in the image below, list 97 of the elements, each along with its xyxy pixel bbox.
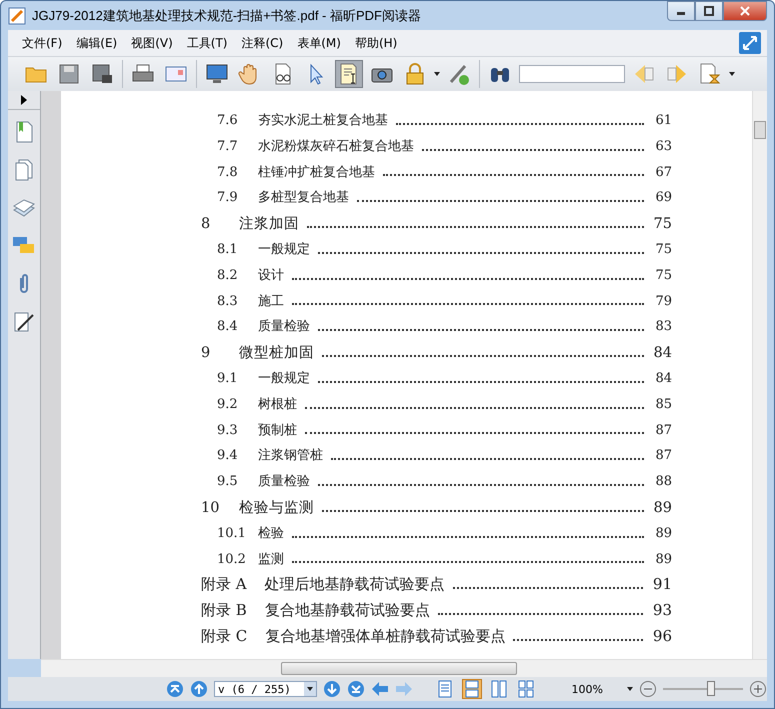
section-number: 8 xyxy=(201,216,212,232)
dropdown-caret-icon[interactable] xyxy=(626,687,633,691)
section-title: 处理后地基静载荷试验要点 xyxy=(264,575,445,594)
section-number: 附录 C xyxy=(201,626,248,646)
page-number: 75 xyxy=(654,242,672,257)
zoom-out-icon[interactable] xyxy=(638,680,657,698)
section-number: 9.2 xyxy=(217,396,239,412)
minimize-button[interactable] xyxy=(667,1,695,21)
close-icon xyxy=(739,6,751,16)
page-number: 85 xyxy=(654,396,672,412)
page-number: 79 xyxy=(654,294,672,309)
page-number: 89 xyxy=(654,500,672,516)
menu-item[interactable]: 表单(M) xyxy=(297,34,341,52)
section-number: 9.5 xyxy=(217,474,239,490)
section-title: 复合地基增强体单桩静载荷试验要点 xyxy=(265,626,506,646)
text-select-icon[interactable] xyxy=(335,60,363,88)
menu-item[interactable]: 帮助(H) xyxy=(354,34,398,52)
section-title: 质量检验 xyxy=(258,318,310,336)
section-title: 多桩型复合地基 xyxy=(258,189,349,206)
page-number: 69 xyxy=(654,190,672,206)
section-number: 7.9 xyxy=(217,190,239,206)
section-title: 质量检验 xyxy=(258,473,310,490)
menu-item[interactable]: 工具(T) xyxy=(186,34,228,52)
section-number: 8.3 xyxy=(217,294,239,309)
section-title: 水泥粉煤灰碎石桩复合地基 xyxy=(258,138,414,155)
page-number: 67 xyxy=(654,164,672,180)
section-title: 柱锤冲扩桩复合地基 xyxy=(258,164,375,181)
zoom-value[interactable]: 100% xyxy=(572,682,621,696)
last-page-icon[interactable] xyxy=(346,680,365,698)
page-number: 84 xyxy=(654,370,672,386)
page-number: 88 xyxy=(654,474,672,490)
section-title: 检验 xyxy=(258,524,284,542)
back-arrow-icon[interactable] xyxy=(370,680,389,698)
section-title: 设计 xyxy=(258,266,284,284)
page-number: 63 xyxy=(654,138,672,154)
section-number: 7.7 xyxy=(217,138,239,154)
page-number: 87 xyxy=(654,422,672,438)
continuous-page-icon[interactable] xyxy=(462,679,482,699)
maximize-button[interactable] xyxy=(695,1,723,21)
page-number: 87 xyxy=(654,448,672,464)
first-page-icon[interactable] xyxy=(166,680,184,698)
search-field[interactable] xyxy=(519,65,625,83)
vertical-scrollbar[interactable] xyxy=(752,91,767,659)
section-title: 施工 xyxy=(258,292,284,310)
section-number: 10.2 xyxy=(217,552,247,567)
facing-pages-icon[interactable] xyxy=(488,679,509,699)
section-number: 10.1 xyxy=(217,526,247,541)
menu-item[interactable]: 编辑(E) xyxy=(76,34,118,52)
section-number: 8.1 xyxy=(217,242,239,257)
page-number: 89 xyxy=(654,526,672,541)
page-number: 83 xyxy=(654,319,672,334)
dropdown-caret-icon[interactable] xyxy=(434,72,440,76)
close-button[interactable] xyxy=(723,1,767,21)
section-number: 8.4 xyxy=(217,319,239,334)
app-icon xyxy=(8,6,26,24)
zoom-in-icon[interactable] xyxy=(749,680,767,698)
section-title: 检验与监测 xyxy=(239,498,314,517)
page-number: 84 xyxy=(654,345,672,362)
window-title: JGJ79-2012建筑地基处理技术规范-扫描+书签.pdf - 福昕PDF阅读器 xyxy=(32,6,421,24)
section-number: 9.1 xyxy=(217,370,239,386)
section-title: 微型桩加固 xyxy=(239,344,314,362)
section-number: 9.3 xyxy=(217,422,239,438)
section-title: 夯实水泥土桩复合地基 xyxy=(258,112,388,129)
fullscreen-icon[interactable] xyxy=(739,32,761,54)
section-number: 9 xyxy=(201,345,212,362)
section-number: 附录 A xyxy=(201,575,247,594)
section-number: 9.4 xyxy=(217,448,239,464)
section-number: 8.2 xyxy=(217,268,239,283)
page-number: 75 xyxy=(654,268,672,283)
menu-item[interactable]: 注释(C) xyxy=(242,34,284,52)
document-pen-icon[interactable] xyxy=(12,310,36,334)
restore-icon xyxy=(704,6,714,16)
section-title: 树根桩 xyxy=(258,396,297,413)
section-title: 监测 xyxy=(258,550,284,568)
section-title: 注浆加固 xyxy=(239,215,299,234)
page-number: 96 xyxy=(652,626,672,645)
grid-pages-icon[interactable] xyxy=(516,679,536,699)
menu-item[interactable]: 视图(V) xyxy=(131,34,173,52)
page-number: 75 xyxy=(654,216,672,232)
page-number-field[interactable]: v (6 / 255) xyxy=(214,681,317,697)
section-number: 附录 B xyxy=(201,601,247,620)
page-number: 89 xyxy=(654,552,672,567)
page-number: 61 xyxy=(654,113,672,128)
section-number: 10 xyxy=(201,500,220,516)
section-title: 一般规定 xyxy=(258,370,310,387)
dropdown-caret-icon[interactable] xyxy=(729,72,735,76)
menu-item[interactable]: 文件(F) xyxy=(22,34,62,52)
horizontal-scrollbar[interactable] xyxy=(41,659,767,677)
dropdown-caret-icon[interactable] xyxy=(304,682,316,696)
section-number: 7.6 xyxy=(217,113,239,128)
section-title: 预制桩 xyxy=(258,422,297,439)
section-title: 复合地基静载荷试验要点 xyxy=(264,601,430,620)
section-title: 注浆钢管桩 xyxy=(258,447,323,464)
page-number: 93 xyxy=(652,601,672,620)
section-title: 一般规定 xyxy=(258,240,310,258)
section-number: 7.8 xyxy=(217,164,239,180)
page-number: 91 xyxy=(652,575,672,594)
